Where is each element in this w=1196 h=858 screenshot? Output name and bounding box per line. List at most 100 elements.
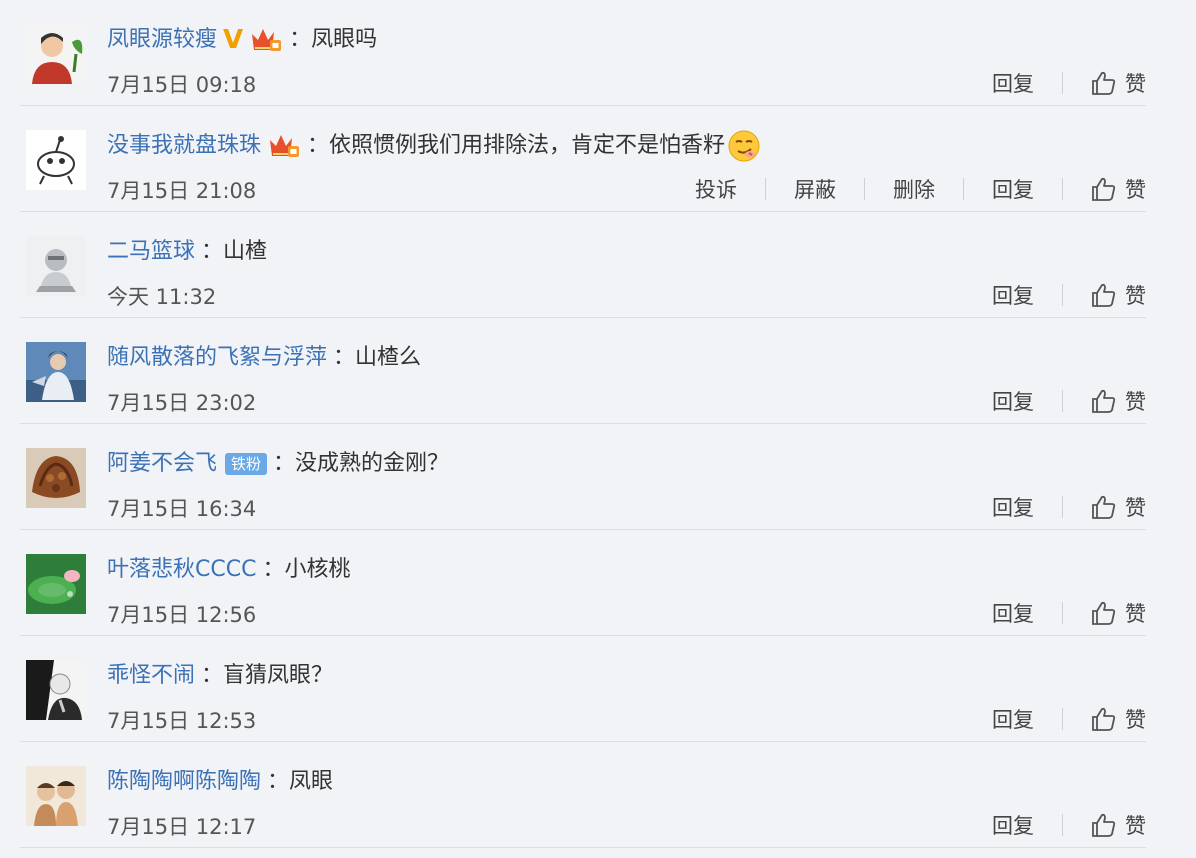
action-divider [1062, 496, 1063, 518]
reply-button[interactable]: 回复 [990, 810, 1036, 840]
man-with-plant-avatar[interactable] [26, 24, 86, 84]
comment-actions: 回复 赞 [990, 384, 1146, 418]
like-button[interactable]: 赞 [1089, 280, 1146, 310]
username-link[interactable]: 叶落悲秋CCCC [107, 553, 256, 587]
reply-button[interactable]: 回复 [990, 68, 1036, 98]
comment-text: 凤眼 [289, 769, 334, 794]
like-button[interactable]: 赞 [1089, 174, 1146, 204]
block-button[interactable]: 屏蔽 [792, 174, 838, 204]
timestamp: 7月15日 23:02 [107, 391, 257, 415]
comment-list: 凤眼源较瘦 V：凤眼吗 7月15日 09:18 回复赞没事我就盘珠珠：依照惯例我们用排… [0, 0, 1196, 858]
reply-button[interactable]: 回复 [990, 598, 1036, 628]
action-divider [1062, 178, 1063, 200]
username-link[interactable]: 陈陶陶啊陈陶陶 [107, 765, 261, 799]
colon-separator: ： [307, 133, 330, 158]
vip-crown-icon[interactable] [267, 132, 301, 160]
vip-crown-icon[interactable] [249, 26, 283, 54]
comment-actions: 回复 赞 [990, 808, 1146, 842]
timestamp: 今天 11:32 [107, 285, 217, 309]
colon-separator: ： [201, 239, 224, 264]
action-divider [864, 178, 865, 200]
like-label: 赞 [1125, 814, 1146, 838]
action-divider [765, 178, 766, 200]
comment-item: 乖怪不闹：盲猜凤眼？ 7月15日 12:53 回复 赞 [0, 636, 1196, 742]
like-label: 赞 [1125, 390, 1146, 414]
comment-text: 小核桃 [284, 557, 351, 582]
comment-text: 山楂 [223, 239, 268, 264]
comment-item: 陈陶陶啊陈陶陶：凤眼 7月15日 12:17 回复 赞 [0, 742, 1196, 848]
comment-item: 随风散落的飞絮与浮萍：山楂么 7月15日 23:02 回复 赞 [0, 318, 1196, 424]
like-button[interactable]: 赞 [1089, 386, 1146, 416]
thumbs-up-icon [1089, 387, 1125, 415]
username-link[interactable]: 乖怪不闹 [107, 659, 195, 693]
username-link[interactable]: 没事我就盘珠珠 [107, 129, 261, 163]
reply-button[interactable]: 回复 [990, 280, 1036, 310]
thumbs-up-icon [1089, 281, 1125, 309]
colon-separator: ： [333, 345, 356, 370]
colon-separator: ： [267, 769, 290, 794]
like-button[interactable]: 赞 [1089, 598, 1146, 628]
like-label: 赞 [1125, 602, 1146, 626]
like-button[interactable]: 赞 [1089, 704, 1146, 734]
like-button[interactable]: 赞 [1089, 68, 1146, 98]
iron-fan-badge[interactable]: 铁粉 [225, 453, 268, 475]
thumbs-up-icon [1089, 69, 1125, 97]
colon-separator: ： [273, 451, 296, 476]
cartoon-bird-avatar[interactable] [26, 130, 86, 190]
report-button[interactable]: 投诉 [693, 174, 739, 204]
comment-actions: 回复 赞 [990, 596, 1146, 630]
comment-line: 叶落悲秋CCCC：小核桃 [107, 553, 350, 587]
action-divider [963, 178, 964, 200]
couple-photo-avatar[interactable] [26, 766, 86, 826]
reply-button[interactable]: 回复 [990, 386, 1036, 416]
like-button[interactable]: 赞 [1089, 492, 1146, 522]
smirk-emoji [727, 129, 761, 163]
thumbs-up-icon [1089, 811, 1125, 839]
thumbs-up-icon [1089, 599, 1125, 627]
colon-separator: ： [289, 27, 312, 52]
username-link[interactable]: 阿姜不会飞 [107, 447, 217, 481]
like-label: 赞 [1125, 496, 1146, 520]
timestamp: 7月15日 16:34 [107, 497, 257, 521]
delete-button[interactable]: 删除 [891, 174, 937, 204]
black-white-portrait-avatar[interactable] [26, 660, 86, 720]
timestamp: 7月15日 12:56 [107, 603, 257, 627]
comment-text: 凤眼吗 [311, 27, 378, 52]
row-divider [20, 847, 1146, 848]
statue-avatar[interactable] [26, 236, 86, 296]
comment-line: 陈陶陶啊陈陶陶：凤眼 [107, 765, 333, 799]
comment-line: 凤眼源较瘦 V ：凤眼吗 [107, 23, 377, 57]
lotus-leaf-avatar[interactable] [26, 554, 86, 614]
comment-item: 没事我就盘珠珠 ：依照惯例我们用排除法，肯定不是怕香籽 7月15日 21:08 投诉 屏… [0, 106, 1196, 212]
like-label: 赞 [1125, 708, 1146, 732]
action-divider [1062, 708, 1063, 730]
comment-item: 叶落悲秋CCCC：小核桃 7月15日 12:56 回复 赞 [0, 530, 1196, 636]
like-label: 赞 [1125, 284, 1146, 308]
colon-separator: ： [201, 663, 224, 688]
reply-button[interactable]: 回复 [990, 492, 1036, 522]
timestamp: 7月15日 21:08 [107, 179, 257, 203]
comment-line: 阿姜不会飞 铁粉：没成熟的金刚？ [107, 447, 449, 481]
username-link[interactable]: 二马篮球 [107, 235, 195, 269]
comment-text: 山楂么 [355, 345, 422, 370]
comment-item: 阿姜不会飞 铁粉：没成熟的金刚？ 7月15日 16:34 回复 赞 [0, 424, 1196, 530]
action-divider [1062, 814, 1063, 836]
anime-character-avatar[interactable] [26, 342, 86, 402]
action-divider [1062, 602, 1063, 624]
action-divider [1062, 390, 1063, 412]
reply-button[interactable]: 回复 [990, 174, 1036, 204]
comment-text: 依照惯例我们用排除法，肯定不是怕香籽 [329, 133, 726, 158]
comment-actions: 回复 赞 [990, 278, 1146, 312]
like-button[interactable]: 赞 [1089, 810, 1146, 840]
like-label: 赞 [1125, 72, 1146, 96]
reply-button[interactable]: 回复 [990, 704, 1036, 734]
username-link[interactable]: 凤眼源较瘦 [107, 23, 217, 57]
dried-fruit-avatar[interactable] [26, 448, 86, 508]
comment-actions: 回复 赞 [990, 490, 1146, 524]
comment-line: 没事我就盘珠珠 ：依照惯例我们用排除法，肯定不是怕香籽 [107, 129, 761, 163]
timestamp: 7月15日 09:18 [107, 73, 257, 97]
action-divider [1062, 284, 1063, 306]
timestamp: 7月15日 12:17 [107, 815, 257, 839]
comment-item: 凤眼源较瘦 V ：凤眼吗 7月15日 09:18 回复 赞 [0, 0, 1196, 106]
username-link[interactable]: 随风散落的飞絮与浮萍 [107, 341, 327, 375]
